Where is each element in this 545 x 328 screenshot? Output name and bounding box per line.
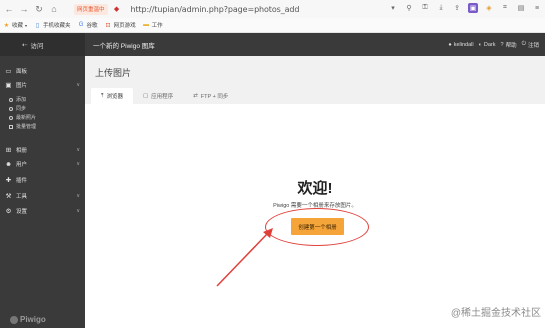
bookmark-google[interactable]: G 谷歌 xyxy=(78,21,98,29)
upload-tabs: ⤒ 浏览器 ▢ 应用程序 ⇄ FTP + 同步 xyxy=(91,88,238,104)
sidebar-item-tools[interactable]: ⚒ 工具 ∨ xyxy=(0,190,85,202)
sidebar-subitem-sync[interactable]: 同步 xyxy=(0,104,85,113)
chevron-down-icon: ∨ xyxy=(76,82,80,88)
piwigo-logo: Piwigo xyxy=(10,315,46,324)
reload-icon[interactable]: ↻ xyxy=(33,3,45,15)
chevron-down-icon: ∨ xyxy=(76,208,80,214)
game-icon: ⊡ xyxy=(105,22,111,29)
tab-browser[interactable]: ⤒ 浏览器 xyxy=(91,88,133,104)
chevron-down-icon: ∨ xyxy=(76,193,80,199)
visit-gallery-link[interactable]: ⇠ 访问 xyxy=(0,33,85,56)
chevron-down-icon: ∨ xyxy=(76,147,80,153)
browser-tab-chip[interactable]: 网页重温中 xyxy=(74,3,108,15)
bookmark-work[interactable]: ▬ 工作 xyxy=(143,21,163,29)
circle-icon xyxy=(9,106,13,111)
admin-sidebar: ⇠ 访问 ▭ 面板 ▣ 图片 ∨ 添加 同步 最新照片 批量管理 ⊞ 相册 ∨ … xyxy=(0,33,85,328)
menu-icon[interactable]: ≡ xyxy=(532,3,542,13)
upload-icon: ⤒ xyxy=(101,92,104,99)
sidebar-item-dashboard[interactable]: ▭ 面板 xyxy=(0,65,85,77)
help-icon: ? xyxy=(500,41,504,48)
star-icon: ★ xyxy=(3,22,10,29)
piwigo-logo-icon xyxy=(10,315,18,324)
wrench-icon: ⚒ xyxy=(5,193,12,200)
help-link[interactable]: ? 帮助 xyxy=(501,41,517,49)
users-icon: ☻ xyxy=(5,160,12,168)
page-title: 上传图片 xyxy=(95,68,132,78)
sidebar-item-plugins[interactable]: ✚ 插件 xyxy=(0,174,85,186)
sidebar-subitem-recent[interactable]: 最新照片 xyxy=(0,113,85,122)
sidebar-item-users[interactable]: ☻ 用户 ∨ xyxy=(0,158,85,170)
search-icon[interactable]: ⚲ xyxy=(404,3,414,13)
logout-link[interactable]: ⏻ 注销 xyxy=(522,41,539,49)
gear-icon: ⚙ xyxy=(5,208,12,215)
browser-toolbar: ← → ↻ ⌂ 网页重温中 ◆ http://tupian/admin.php?… xyxy=(0,0,545,18)
upload-panel: 欢迎! Piwigo 需要一个相册来存放图片。 创建第一个相册 xyxy=(85,104,545,328)
main-content: 上传图片 ⤒ 浏览器 ▢ 应用程序 ⇄ FTP + 同步 欢迎! Piwigo … xyxy=(85,56,545,328)
sidebar-item-albums[interactable]: ⊞ 相册 ∨ xyxy=(0,144,85,156)
download-icon[interactable]: ⤓ xyxy=(436,3,446,13)
image-icon: ▣ xyxy=(5,82,12,89)
bookmark-mobile[interactable]: ▯ 手机收藏夹 xyxy=(34,21,71,30)
puzzle-icon: ✚ xyxy=(5,177,12,184)
folder-icon: ▬ xyxy=(143,22,150,28)
browser-extension-icons: ▾ ⚲ ⚿ ⤓ ⇪ ▣ ◈ ⌗ ▤ ≡ xyxy=(388,3,542,13)
topbar-actions: ● kelindall ◐ Dark ? 帮助 ⏻ 注销 xyxy=(448,33,539,56)
user-link[interactable]: ● kelindall xyxy=(448,42,473,48)
welcome-heading: 欢迎! xyxy=(297,180,333,197)
dropdown-icon[interactable]: ▾ xyxy=(388,3,398,13)
gallery-title[interactable]: 一个新的 Piwigo 图库 xyxy=(93,40,155,50)
bookmark-games[interactable]: ⊡ 网页游戏 xyxy=(105,21,136,30)
chevron-down-icon: ∨ xyxy=(76,161,80,167)
circle-icon xyxy=(9,97,13,102)
mobile-icon: ▯ xyxy=(35,22,40,29)
app-icon: ▢ xyxy=(142,93,149,99)
home-icon[interactable]: ⌂ xyxy=(48,3,60,15)
clock-icon xyxy=(9,115,13,120)
arrow-left-icon: ⇠ xyxy=(22,41,28,49)
address-bar[interactable]: http://tupian/admin.php?page=photos_add xyxy=(131,5,300,14)
sidebar-item-photos[interactable]: ▣ 图片 ∨ xyxy=(0,79,85,91)
google-icon: G xyxy=(78,22,84,28)
gamepad-icon[interactable]: ⌗ xyxy=(500,3,510,13)
create-first-album-button[interactable]: 创建第一个相册 xyxy=(291,218,344,235)
admin-topbar: 一个新的 Piwigo 图库 ● kelindall ◐ Dark ? 帮助 ⏻… xyxy=(85,33,545,56)
extension-icon[interactable]: ▣ xyxy=(468,3,478,13)
sync-icon: ⇄ xyxy=(193,93,198,99)
contrast-icon: ◐ xyxy=(478,41,482,48)
watermark: @稀土掘金技术社区 xyxy=(450,308,541,319)
page-favicon: ◆ xyxy=(113,6,120,13)
tab-application[interactable]: ▢ 应用程序 xyxy=(133,88,183,104)
monitor-icon: ▭ xyxy=(5,68,12,75)
album-icon: ⊞ xyxy=(5,147,12,154)
user-icon: ● xyxy=(448,41,452,48)
share-icon[interactable]: ⇪ xyxy=(452,3,462,13)
sidebar-subitem-batch[interactable]: 批量管理 xyxy=(0,122,85,131)
back-icon[interactable]: ← xyxy=(3,3,15,15)
shield-icon[interactable]: ◈ xyxy=(484,3,494,13)
key-icon[interactable]: ⚿ xyxy=(420,3,430,13)
forward-icon[interactable]: → xyxy=(18,3,30,15)
bookmark-favorites[interactable]: ★ 收藏 ▾ xyxy=(3,21,28,30)
chevron-down-icon: ▾ xyxy=(25,22,28,28)
sidebar-subitem-add[interactable]: 添加 xyxy=(0,95,85,104)
sidebar-item-settings[interactable]: ⚙ 设置 ∨ xyxy=(0,205,85,217)
tab-ftp-sync[interactable]: ⇄ FTP + 同步 xyxy=(183,88,238,104)
grid-icon xyxy=(9,124,13,129)
bookmarks-bar: ★ 收藏 ▾ ▯ 手机收藏夹 G 谷歌 ⊡ 网页游戏 ▬ 工作 xyxy=(0,18,545,33)
theme-toggle[interactable]: ◐ Dark xyxy=(479,42,496,48)
power-icon: ⏻ xyxy=(521,41,526,47)
tab-manager-icon[interactable]: ▤ xyxy=(516,3,526,13)
